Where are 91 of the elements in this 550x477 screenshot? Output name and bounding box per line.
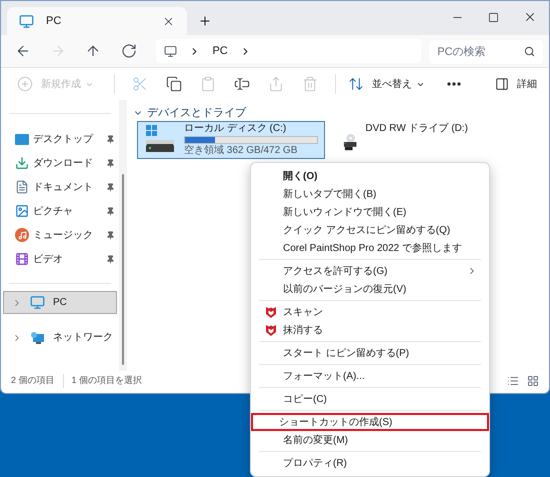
sidebar-label: ビデオ [33,252,64,266]
sidebar-label: ピクチャ [33,204,74,218]
menu-item[interactable]: 新しいタブで開く(B) [255,185,485,203]
network-icon [30,330,45,344]
menu-item-label: 以前のバージョンの復元(V) [283,282,408,296]
drive-tile[interactable]: ローカル ディスク (C:) 空き領域 362 GB/472 GB [137,121,325,159]
menu-item-label: 抹消する [283,324,324,338]
menu-item-label: スタート にピン留めする(P) [283,346,410,360]
clipboard-icon [200,76,216,92]
new-tab-icon[interactable] [198,14,212,28]
sidebar-item[interactable]: ミュージック [1,223,119,247]
tree-label: ネットワーク [53,331,113,345]
sidebar-label: ミュージック [33,228,94,242]
menu-item[interactable]: 抹消する [255,321,485,339]
menu-item-label: コピー(C) [283,392,328,406]
menu-item[interactable]: スタート にピン留めする(P) [255,344,485,362]
tree-item[interactable]: ネットワーク [3,326,117,349]
monitor-icon [19,14,34,28]
close-icon[interactable] [523,10,537,24]
drive-name: DVD RW ドライブ (D:) [365,124,468,134]
sort-button[interactable]: 並べ替え [344,70,429,98]
desktop-icon [15,134,29,144]
status-text: 1 個の項目を選択 [72,374,144,388]
status-text: 2 個の項目 [11,374,64,388]
picture-icon [15,204,29,218]
menu-item-label: クイック アクセスにピン留めする(Q) [283,224,452,238]
menu-item-label: 新しいタブで開く(B) [283,188,378,202]
music-icon [15,228,29,242]
drive-name: ローカル ディスク (C:) [184,124,288,134]
menu-item[interactable]: 開く(O) [255,167,485,185]
menu-item[interactable]: ショートカットの作成(S) [251,413,489,431]
menu-item-label: プロパティ(R) [283,456,348,470]
menu-item[interactable]: 以前のバージョンの復元(V) [255,280,485,298]
tab[interactable]: PC [7,7,187,35]
details-pane-icon [495,77,509,91]
menu-item-label: フォーマット(A)... [283,370,366,384]
download-icon [15,156,29,170]
video-icon [15,252,29,266]
sidebar-label: デスクトップ [33,132,94,146]
menu-item[interactable]: 名前の変更(M) [255,431,485,449]
menu-item-label: アクセスを許可する(G) [283,264,388,278]
search-field[interactable]: PCの検索 [429,40,544,64]
drive-icon [144,124,176,154]
sidebar-item[interactable]: デスクトップ [1,127,119,151]
breadcrumb[interactable]: PC [212,42,228,60]
tree-item[interactable]: PC [3,291,117,314]
tab-title: PC [46,14,62,29]
document-icon [15,180,29,194]
maximize-icon[interactable] [488,12,499,22]
monitor-icon [164,44,178,58]
menu-item[interactable]: プロパティ(R) [255,454,485,472]
menu-item-label: Corel PaintShop Pro 2022 で参照します [283,242,463,256]
sidebar-label: ダウンロード [33,156,94,170]
sort-icon [348,76,364,92]
shield-icon [266,324,276,336]
menu-item[interactable]: クイック アクセスにピン留めする(Q) [255,221,485,239]
share-icon [268,76,284,92]
scrollbar-thumb[interactable] [122,174,124,365]
sidebar-item[interactable]: ビデオ [1,247,119,271]
rename-icon [234,76,250,92]
menu-item-label: ショートカットの作成(S) [279,416,394,430]
menu-item-label: 名前の変更(M) [283,434,349,448]
scissors-icon [132,76,148,92]
monitor-icon [30,295,45,310]
details-button[interactable]: 詳細 [495,76,537,92]
copy-icon [166,76,182,92]
plus-icon [17,76,33,92]
menu-item-label: 新しいウィンドウで開く(E) [283,206,408,220]
tiles-view-icon[interactable] [527,375,539,387]
menu-item[interactable]: フォーマット(A)... [255,367,485,385]
menu-item-label: スキャン [283,306,324,320]
drive-tile[interactable]: DVD RW ドライブ (D:) [335,121,475,159]
tree-label: PC [53,296,67,310]
menu-item[interactable]: コピー(C) [255,390,485,408]
sidebar-item[interactable]: ドキュメント [1,175,119,199]
free-space: 空き領域 362 GB/472 GB [184,146,298,156]
menu-item[interactable]: スキャン [255,303,485,321]
menu-item-label: 開く(O) [283,170,318,184]
sidebar-label: ドキュメント [33,180,94,194]
sidebar-item[interactable]: ピクチャ [1,199,119,223]
more-icon [447,82,461,86]
trash-icon [302,76,318,92]
section-header[interactable]: デバイスとドライブ [133,106,549,120]
menu-item[interactable]: アクセスを許可する(G) [255,262,485,280]
search-icon [524,46,536,57]
refresh-icon [120,43,137,59]
address-bar[interactable]: PC [156,39,422,63]
menu-item[interactable]: Corel PaintShop Pro 2022 で参照します [255,239,485,257]
menu-item[interactable]: 新しいウィンドウで開く(E) [255,203,485,221]
shield-icon [266,306,276,318]
sidebar-item[interactable]: ダウンロード [1,151,119,175]
